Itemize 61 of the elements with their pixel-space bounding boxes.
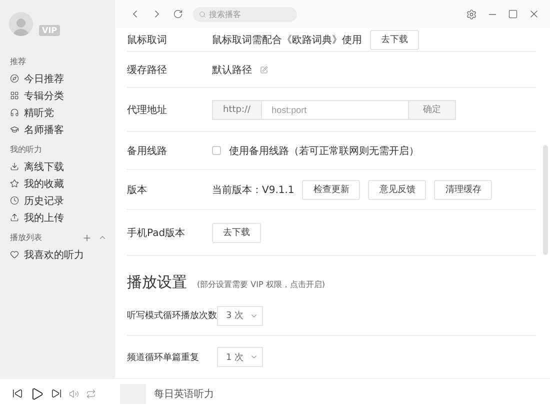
clock-icon xyxy=(10,196,19,205)
section-title: 播放列表 xyxy=(10,232,42,243)
sidebar-item[interactable]: 今日推荐 xyxy=(0,70,115,87)
count-select[interactable]: 3 次 xyxy=(217,306,263,326)
headphones-icon xyxy=(10,108,19,117)
sidebar-item[interactable]: 精听党 xyxy=(0,104,115,121)
sidebar-item[interactable]: 离线下载 xyxy=(0,158,115,175)
sidebar-item[interactable]: 历史记录 xyxy=(0,192,115,209)
sidebar-item[interactable]: 专辑分类 xyxy=(0,87,115,104)
setting-label: 鼠标取词 xyxy=(127,34,168,46)
previous-icon[interactable] xyxy=(12,388,23,399)
setting-button[interactable]: 去下载 xyxy=(370,30,419,50)
setting-text: 当前版本：V9.1.1 xyxy=(212,184,294,196)
volume-icon[interactable] xyxy=(69,388,79,398)
setting-label: 频道循环单篇重复 xyxy=(127,352,200,364)
vip-note[interactable]: (部分设置需要 VIP 权限，点击开启) xyxy=(197,279,325,292)
protocol-prefix: http:// xyxy=(212,100,262,120)
sidebar-item[interactable]: 名师播客 xyxy=(0,121,115,138)
play-icon[interactable] xyxy=(30,386,44,400)
section-title: 我的听力 xyxy=(10,144,42,155)
checkbox-label: 使用备用线路（若可正常联网则无需开启） xyxy=(229,144,419,158)
count-select[interactable]: 1 次 xyxy=(217,347,263,367)
setting-label: 备用线路 xyxy=(127,144,168,158)
heart-icon xyxy=(10,250,19,259)
checkbox[interactable] xyxy=(212,146,221,155)
section-heading: 播放设置 xyxy=(127,273,187,292)
graduation-cap-icon xyxy=(10,125,19,134)
search-icon xyxy=(199,10,206,18)
section-title: 推荐 xyxy=(10,56,26,67)
setting-label: 手机Pad版本 xyxy=(127,226,186,240)
upload-icon xyxy=(10,213,19,222)
proxy-input[interactable]: host:port xyxy=(262,100,408,120)
setting-label: 代理地址 xyxy=(127,104,168,116)
setting-label: 版本 xyxy=(127,184,148,196)
grid-icon xyxy=(10,91,19,100)
setting-button[interactable]: 意见反馈 xyxy=(368,180,426,200)
refresh-icon[interactable] xyxy=(173,9,183,19)
setting-label: 缓存路径 xyxy=(127,64,168,76)
setting-text: 默认路径 xyxy=(212,64,252,76)
setting-button[interactable]: 去下载 xyxy=(212,222,261,242)
sidebar-item[interactable]: 我喜欢的听力 xyxy=(0,246,115,263)
maximize-icon[interactable] xyxy=(508,9,518,19)
sidebar-item[interactable]: 我的收藏 xyxy=(0,175,115,192)
next-icon[interactable] xyxy=(51,388,62,399)
download-icon xyxy=(10,162,19,171)
compass-icon xyxy=(10,74,19,83)
scrollbar[interactable] xyxy=(543,145,548,255)
settings-icon[interactable] xyxy=(466,8,477,20)
setting-button[interactable]: 清理缓存 xyxy=(434,180,492,200)
close-icon[interactable] xyxy=(528,8,540,20)
setting-label: 听写模式循环播放次数 xyxy=(127,310,217,322)
add-icon[interactable] xyxy=(82,232,92,242)
repeat-icon[interactable] xyxy=(86,388,96,398)
edit-icon[interactable] xyxy=(260,66,268,74)
star-icon xyxy=(10,179,19,188)
setting-text: 鼠标取词需配合《欧路词典》使用 xyxy=(212,34,362,46)
chevron-down-icon xyxy=(250,353,258,361)
avatar[interactable] xyxy=(9,12,33,36)
sidebar-item[interactable]: 我的上传 xyxy=(0,209,115,226)
setting-button[interactable]: 检查更新 xyxy=(302,180,360,200)
track-title: 每日英语听力 xyxy=(154,388,214,400)
